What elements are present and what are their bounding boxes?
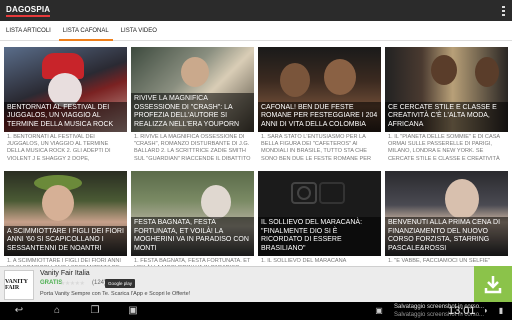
battery-icon: ▮ — [498, 306, 504, 315]
article-thumbnail: IL SOLLIEVO DEL MARACANÀ: "FINALMENTE DI… — [258, 171, 381, 256]
article-title: RIVIVE LA MAGNIFICA OSSESSIONE DI "CRASH… — [134, 95, 240, 128]
article-thumbnail: BENTORNATI AL FESTIVAL DEI JUGGALOS, UN … — [4, 47, 127, 132]
article-card[interactable]: IL SOLLIEVO DEL MARACANÀ: "FINALMENTE DI… — [258, 171, 381, 266]
tab-bar: LISTA ARTICOLI LISTA CAFONAL LISTA VIDEO — [0, 21, 512, 41]
screenshot-icon[interactable]: ▣ — [126, 305, 140, 317]
article-card[interactable]: BENVENUTI ALLA PRIMA CENA DI FINANZIAMEN… — [385, 171, 508, 266]
system-clock: 13:01 — [448, 305, 476, 317]
download-icon — [484, 276, 502, 294]
article-title: FESTA BAGNATA, FESTA FORTUNATA, ET VOILÀ… — [134, 219, 249, 252]
tab-lista-articoli[interactable]: LISTA ARTICOLI — [0, 21, 57, 41]
image-notification-icon[interactable]: ▣ — [372, 305, 386, 317]
ad-app-logo[interactable]: VANITY FAIR — [4, 270, 34, 300]
article-card[interactable]: CE CERCATE STILE E CLASSE E CREATIVITÀ C… — [385, 47, 508, 162]
article-card[interactable]: FESTA BAGNATA, FESTA FORTUNATA, ET VOILÀ… — [131, 171, 254, 278]
article-card[interactable]: CAFONAL! BEN DUE FESTE ROMANE PER FESTEG… — [258, 47, 381, 162]
article-thumbnail: A SCIMMIOTTARE I FIGLI DEI FIORI ANNI '6… — [4, 171, 127, 256]
article-title: CAFONAL! BEN DUE FESTE ROMANE PER FESTEG… — [261, 103, 378, 128]
article-title: CE CERCATE STILE E CLASSE E CREATIVITÀ C… — [388, 103, 497, 128]
article-title: A SCIMMIOTTARE I FIGLI DEI FIORI ANNI '6… — [7, 227, 124, 252]
article-thumbnail: FESTA BAGNATA, FESTA FORTUNATA, ET VOILÀ… — [131, 171, 254, 256]
article-thumbnail: RIVIVE LA MAGNIFICA OSSESSIONE DI "CRASH… — [131, 47, 254, 132]
tab-lista-cafonal[interactable]: LISTA CAFONAL — [57, 21, 115, 41]
article-title-overlay: RIVIVE LA MAGNIFICA OSSESSIONE DI "CRASH… — [131, 93, 254, 132]
tab-lista-video[interactable]: LISTA VIDEO — [115, 21, 163, 41]
article-title: IL SOLLIEVO DEL MARACANÀ: "FINALMENTE DI… — [261, 219, 363, 252]
overflow-menu-icon[interactable] — [502, 6, 506, 16]
download-button[interactable] — [474, 266, 512, 302]
article-title-overlay: A SCIMMIOTTARE I FIGLI DEI FIORI ANNI '6… — [4, 225, 127, 256]
app-logo[interactable]: DAGOSPIA — [6, 5, 51, 17]
article-grid: BENTORNATI AL FESTIVAL DEI JUGGALOS, UN … — [0, 41, 512, 278]
article-card[interactable]: BENTORNATI AL FESTIVAL DEI JUGGALOS, UN … — [4, 47, 127, 162]
article-title-overlay: CAFONAL! BEN DUE FESTE ROMANE PER FESTEG… — [258, 101, 381, 132]
wifi-icon: ◑ — [482, 306, 488, 315]
article-thumbnail: CAFONAL! BEN DUE FESTE ROMANE PER FESTEG… — [258, 47, 381, 132]
article-snippet: 1. SARÀ STATO L'ENTUSIASMO PER LA BELLA … — [261, 134, 372, 162]
article-title-overlay: IL SOLLIEVO DEL MARACANÀ: "FINALMENTE DI… — [258, 217, 381, 256]
article-title: BENVENUTI ALLA PRIMA CENA DI FINANZIAMEN… — [388, 219, 501, 252]
ad-app-name: Vanity Fair Italia — [40, 270, 90, 277]
ad-rating-count: (124) — [92, 280, 107, 286]
article-card[interactable]: RIVIVE LA MAGNIFICA OSSESSIONE DI "CRASH… — [131, 47, 254, 162]
app-window: DAGOSPIA LISTA ARTICOLI LISTA CAFONAL LI… — [0, 0, 512, 320]
system-bar: ↩ ⌂ ❐ ▣ ▣ Salvataggio screenshot in cors… — [0, 302, 512, 320]
recent-apps-icon[interactable]: ❐ — [88, 305, 102, 317]
article-title: BENTORNATI AL FESTIVAL DEI JUGGALOS, UN … — [7, 103, 114, 128]
article-snippet: 1. BENTORNATI AL FESTIVAL DEI JUGGALOS, … — [7, 134, 111, 162]
top-bar: DAGOSPIA — [0, 0, 512, 21]
article-title-overlay: FESTA BAGNATA, FESTA FORTUNATA, ET VOILÀ… — [131, 217, 254, 256]
google-play-badge[interactable]: Google play — [105, 279, 135, 288]
article-card[interactable]: A SCIMMIOTTARE I FIGLI DEI FIORI ANNI '6… — [4, 171, 127, 278]
ad-price: GRATIS — [40, 280, 63, 286]
home-icon[interactable]: ⌂ — [50, 305, 64, 317]
back-icon[interactable]: ↩ — [12, 305, 26, 317]
ad-description: Porta Vanity Sempre con Te. Scarica l'Ap… — [40, 291, 191, 297]
article-title-overlay: BENVENUTI ALLA PRIMA CENA DI FINANZIAMEN… — [385, 217, 508, 256]
article-snippet: 1. RIVIVE LA MAGNIFICA OSSESSIONE DI "CR… — [134, 134, 251, 162]
article-title-overlay: BENTORNATI AL FESTIVAL DEI JUGGALOS, UN … — [4, 101, 127, 132]
ad-banner[interactable]: VANITY FAIR Vanity Fair Italia GRATIS ★★… — [0, 266, 512, 302]
article-snippet: 1. IL "PIANETA DELLE SOMMIE" È DI CASA O… — [388, 134, 500, 162]
article-thumbnail: CE CERCATE STILE E CLASSE E CREATIVITÀ C… — [385, 47, 508, 132]
article-thumbnail: BENVENUTI ALLA PRIMA CENA DI FINANZIAMEN… — [385, 171, 508, 256]
article-title-overlay: CE CERCATE STILE E CLASSE E CREATIVITÀ C… — [385, 101, 508, 132]
rating-stars-icon: ★★★★★ — [60, 281, 85, 287]
